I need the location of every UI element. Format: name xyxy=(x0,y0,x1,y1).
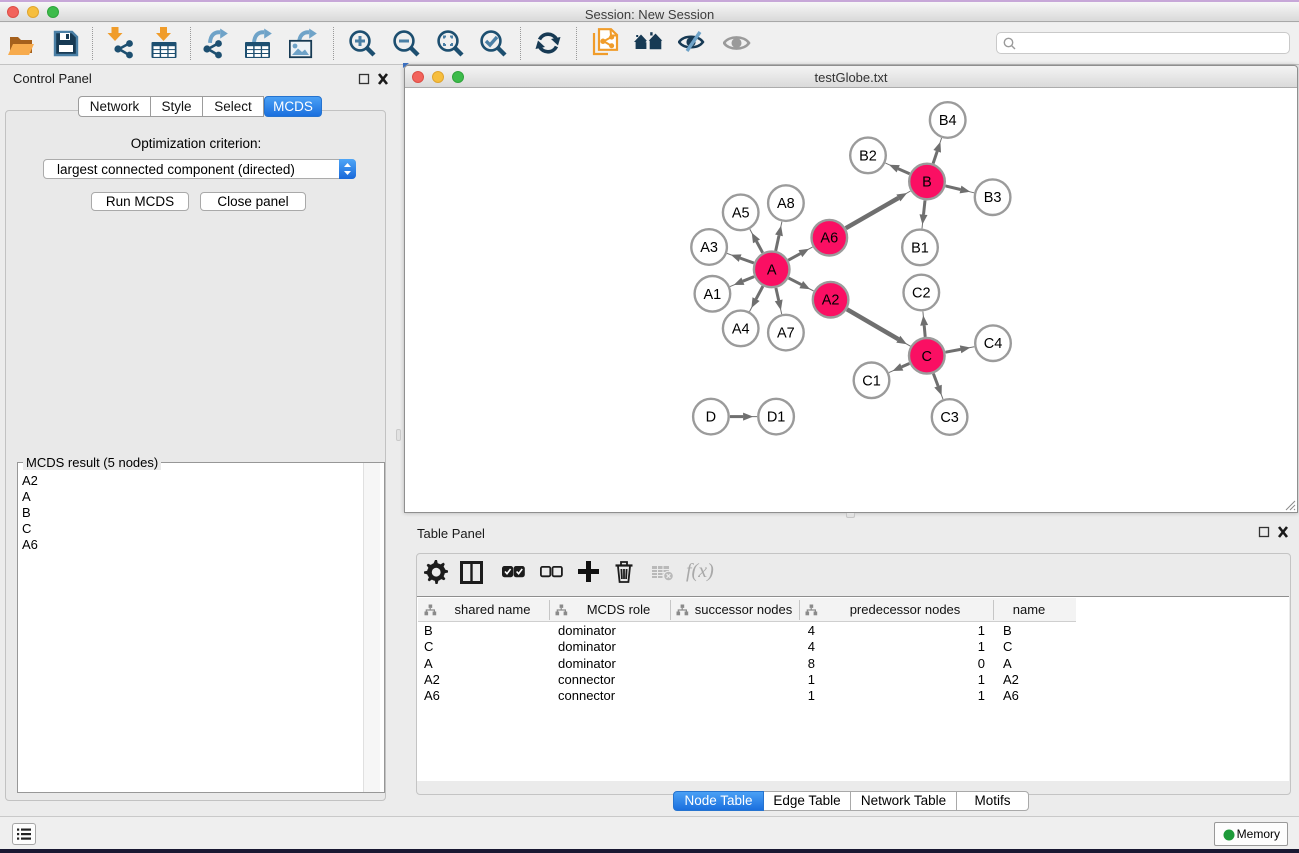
svg-text:D1: D1 xyxy=(767,410,786,426)
svg-text:C4: C4 xyxy=(984,336,1003,352)
svg-text:C3: C3 xyxy=(940,410,959,426)
svg-text:B: B xyxy=(922,175,932,191)
svg-text:B1: B1 xyxy=(911,240,929,256)
svg-text:B2: B2 xyxy=(859,148,877,164)
svg-text:C: C xyxy=(922,349,932,365)
svg-text:C1: C1 xyxy=(862,373,881,389)
svg-text:A: A xyxy=(767,262,777,278)
svg-text:A4: A4 xyxy=(732,321,750,337)
svg-text:A2: A2 xyxy=(822,293,840,309)
svg-text:A5: A5 xyxy=(732,205,750,221)
svg-text:A6: A6 xyxy=(820,231,838,247)
svg-text:A3: A3 xyxy=(700,240,718,256)
svg-text:D: D xyxy=(706,410,716,426)
svg-text:B3: B3 xyxy=(984,190,1002,206)
svg-text:A7: A7 xyxy=(777,326,795,342)
svg-text:C2: C2 xyxy=(912,286,931,302)
svg-text:B4: B4 xyxy=(939,113,957,129)
svg-text:A8: A8 xyxy=(777,196,795,212)
svg-text:A1: A1 xyxy=(704,287,722,303)
